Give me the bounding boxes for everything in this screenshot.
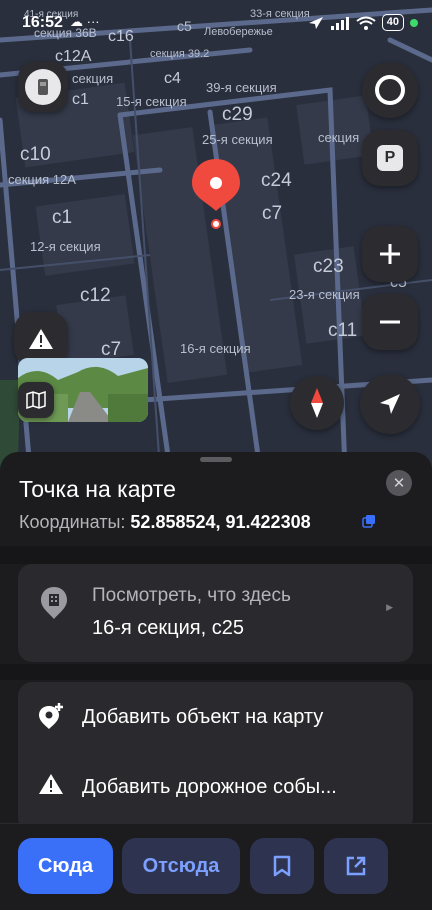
section-divider	[0, 546, 432, 564]
parking-button[interactable]: P	[362, 130, 418, 186]
alice-assistant-button[interactable]	[362, 62, 418, 118]
map-view[interactable]: 41-я секция секция 36В с16 с5 Левобережь…	[0, 0, 432, 470]
whats-here-label: Посмотреть, что здесь	[92, 585, 291, 606]
panorama-button[interactable]	[18, 382, 54, 418]
status-time: 16:52	[22, 14, 63, 31]
user-avatar-icon	[38, 79, 48, 95]
zoom-out-button[interactable]	[362, 294, 418, 350]
share-icon	[346, 856, 366, 876]
plus-icon	[380, 244, 400, 264]
whats-here-card[interactable]: Посмотреть, что здесь 16-я секция, с25 ▶	[18, 564, 413, 662]
map-label: секция 12А	[8, 172, 76, 187]
panorama-map-icon	[26, 391, 46, 409]
status-notification-icons: ☁ ···	[70, 14, 100, 29]
map-label: секция	[72, 71, 114, 86]
status-right-icons: 40	[308, 14, 418, 31]
battery-indicator: 40	[381, 14, 404, 31]
map-label: с11	[328, 320, 358, 341]
map-label: 39-я секция	[206, 80, 277, 95]
warning-triangle-icon	[29, 329, 53, 349]
map-label: 12-я секция	[30, 239, 101, 254]
zoom-in-button[interactable]	[362, 226, 418, 282]
whats-here-address: 16-я секция, с25	[92, 617, 244, 639]
chevron-right-icon: ▶	[386, 602, 393, 612]
compass-button[interactable]	[290, 376, 344, 430]
bottom-sheet: Точка на карте ✕ Координаты: 52.858524, …	[0, 452, 432, 910]
privacy-dot	[410, 18, 418, 27]
map-label: 16-я секция	[180, 341, 251, 356]
navigation-arrow-icon	[380, 394, 400, 414]
status-bar: 16:52 ☁ ··· 40	[0, 0, 432, 40]
map-label: с29	[222, 104, 253, 125]
map-label: с7	[262, 203, 283, 224]
warning-triangle-icon	[39, 774, 63, 794]
map-label: с1	[52, 207, 73, 228]
wifi-icon	[356, 16, 376, 30]
add-object-button[interactable]: Добавить объект на карту	[18, 682, 413, 752]
compass-icon	[311, 388, 323, 418]
map-pin[interactable]	[190, 157, 242, 229]
map-label: с24	[261, 170, 292, 191]
map-label: с1	[72, 91, 89, 108]
bookmark-icon	[273, 855, 291, 877]
add-road-event-button[interactable]: Добавить дорожное собы...	[18, 752, 413, 822]
add-object-label: Добавить объект на карту	[82, 706, 324, 728]
map-label: с23	[313, 256, 344, 277]
signal-icon	[330, 16, 349, 30]
coordinates-line: Координаты: 52.858524, 91.422308	[19, 512, 311, 533]
bookmark-button[interactable]	[250, 838, 314, 894]
building-pin-icon	[41, 587, 67, 619]
map-label: с4	[164, 70, 181, 87]
map-label: 15-я секция	[116, 94, 187, 109]
location-pin-icon	[192, 159, 240, 229]
actions-card: Добавить объект на карту Добавить дорожн…	[18, 682, 413, 832]
map-label: с12А	[55, 48, 92, 65]
map-label: 25-я секция	[202, 132, 273, 147]
add-place-icon	[39, 703, 63, 729]
map-label: 23-я секция	[289, 287, 360, 302]
map-label: секция	[318, 130, 360, 145]
sheet-title: Точка на карте	[19, 476, 176, 502]
share-button[interactable]	[324, 838, 388, 894]
map-label: с10	[20, 144, 51, 165]
close-icon: ✕	[392, 475, 406, 492]
alice-icon	[375, 75, 405, 105]
coordinates-label: Координаты:	[19, 512, 126, 532]
section-divider	[0, 664, 432, 680]
add-road-event-label: Добавить дорожное собы...	[82, 776, 337, 798]
minus-icon	[380, 320, 400, 324]
close-button[interactable]: ✕	[386, 470, 412, 496]
coordinates-value[interactable]: 52.858524, 91.422308	[130, 512, 310, 532]
sheet-grabber[interactable]	[200, 457, 232, 462]
route-from-button[interactable]: Отсюда	[122, 838, 240, 894]
my-location-button[interactable]	[360, 374, 420, 434]
profile-button[interactable]	[18, 62, 68, 112]
avatar	[25, 69, 61, 105]
parking-icon: P	[377, 145, 403, 171]
route-to-button[interactable]: Сюда	[18, 838, 113, 894]
copy-icon[interactable]	[362, 514, 376, 528]
map-label: с12	[80, 285, 111, 306]
bottom-action-bar: Сюда Отсюда	[0, 823, 432, 910]
map-label: секция 39.2	[150, 48, 210, 60]
location-arrow-icon	[308, 16, 323, 29]
